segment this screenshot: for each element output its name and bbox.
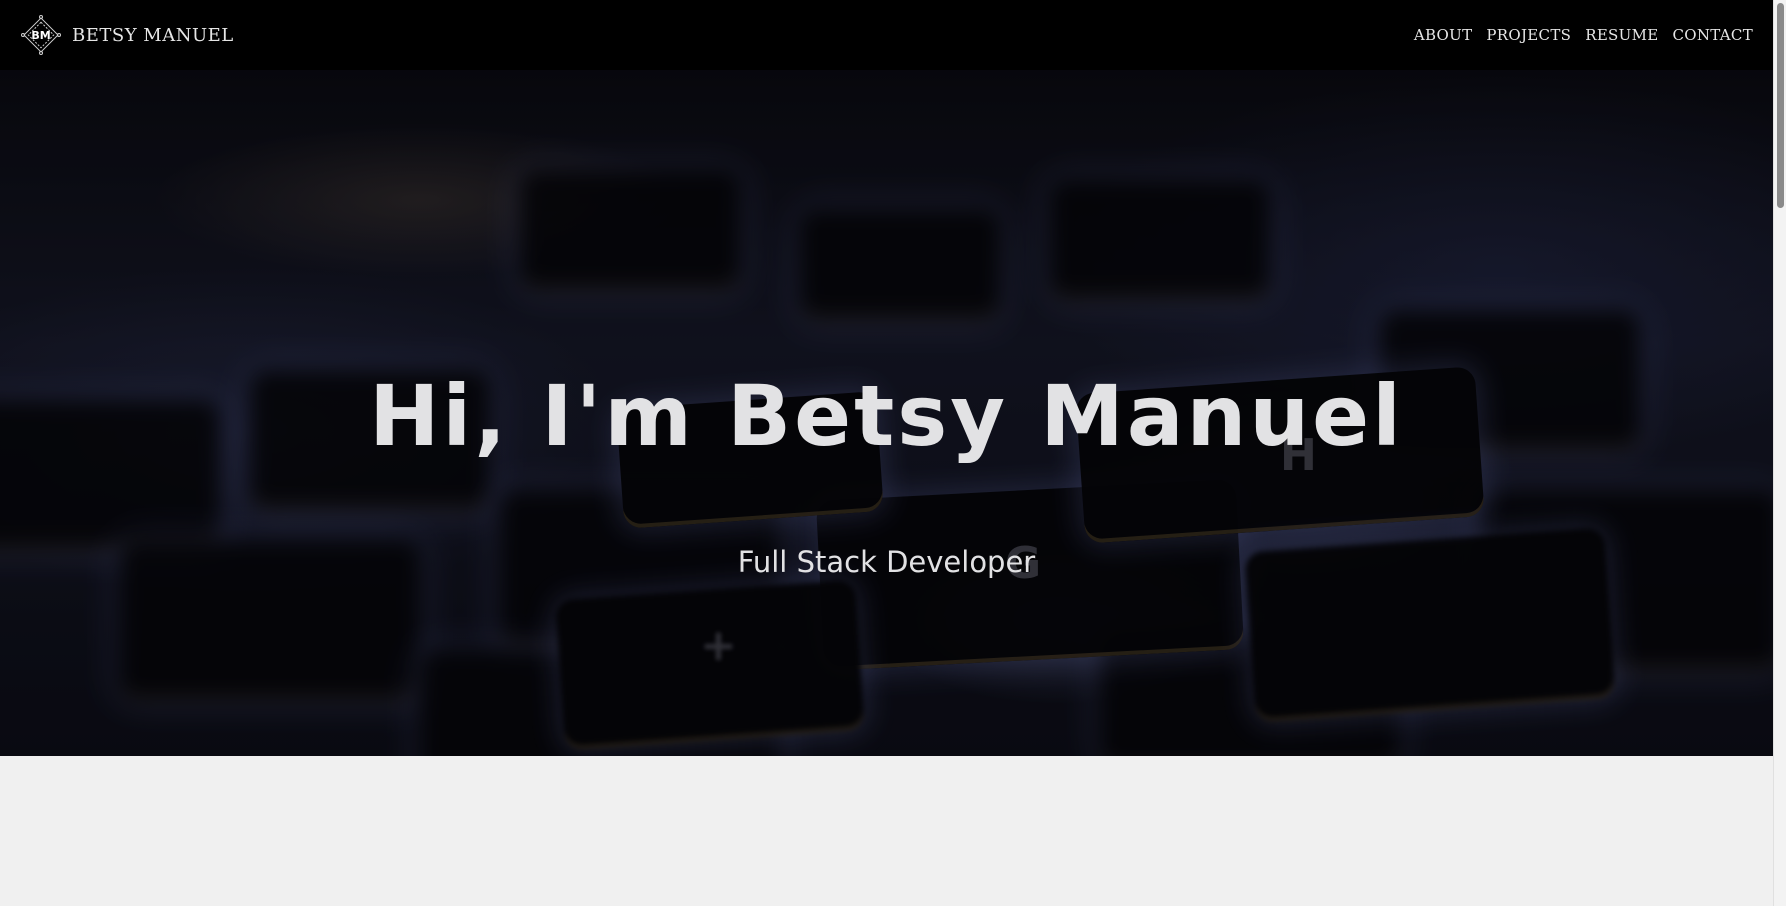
nav-resume-link[interactable]: RESUME xyxy=(1585,26,1658,44)
nav-projects-link[interactable]: PROJECTS xyxy=(1486,26,1571,44)
logo-text: BM xyxy=(31,29,50,42)
brand-name: BETSY MANUEL xyxy=(72,24,234,46)
top-navbar: BM BETSY MANUEL ABOUT PROJECTS RESUME CO… xyxy=(0,0,1773,70)
hero-subtitle: Full Stack Developer xyxy=(737,545,1036,579)
brand-link[interactable]: BM BETSY MANUEL xyxy=(20,14,234,56)
hero-section: G H + Hi, I'm Betsy Manuel Full Stack De… xyxy=(0,70,1773,756)
page-scrollbar[interactable] xyxy=(1773,0,1786,906)
hero-title: Hi, I'm Betsy Manuel xyxy=(369,367,1404,465)
bm-logo-icon: BM xyxy=(21,15,61,55)
scrollbar-thumb[interactable] xyxy=(1777,3,1784,208)
page: BM BETSY MANUEL ABOUT PROJECTS RESUME CO… xyxy=(0,0,1786,906)
nav-links: ABOUT PROJECTS RESUME CONTACT xyxy=(1414,26,1753,44)
nav-contact-link[interactable]: CONTACT xyxy=(1673,26,1754,44)
nav-about-link[interactable]: ABOUT xyxy=(1414,26,1473,44)
